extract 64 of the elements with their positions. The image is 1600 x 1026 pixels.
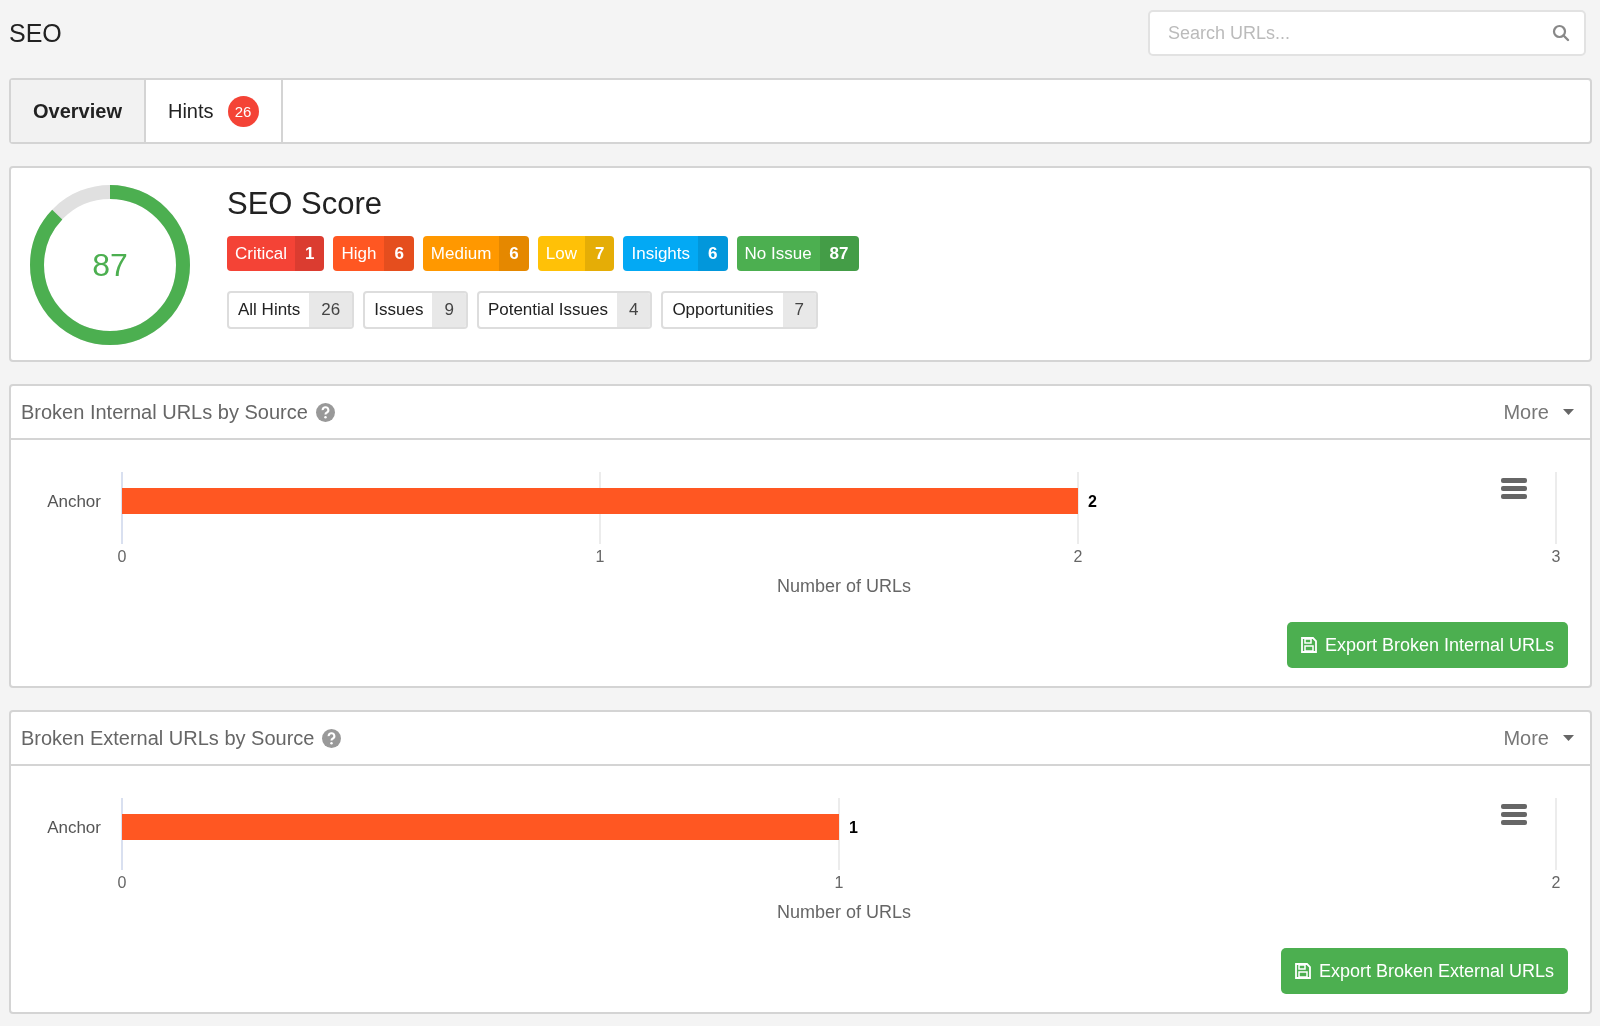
help-icon[interactable]	[322, 728, 342, 748]
severity-filter[interactable]: Medium 6	[422, 236, 529, 271]
export-button[interactable]: Export Broken External URLs	[1280, 948, 1568, 994]
severity-label: Insights	[630, 242, 692, 265]
axis-tick-label: 2	[1551, 874, 1561, 891]
filter-label: Issues	[373, 299, 425, 321]
filter-count: 26	[309, 293, 353, 327]
filter-count: 4	[616, 293, 651, 327]
hint-filter[interactable]: Potential Issues 4	[476, 291, 653, 329]
category-label: Anchor	[47, 818, 101, 837]
menu-icon[interactable]	[1501, 478, 1527, 499]
severity-count: 7	[585, 236, 615, 271]
more-dropdown[interactable]: More	[1497, 725, 1580, 751]
axis-tick-label: 3	[1551, 548, 1561, 565]
filter-label: Potential Issues	[486, 299, 609, 321]
caret-icon	[1563, 409, 1574, 415]
axis-title: Number of URLs	[777, 576, 911, 596]
filter-count: 9	[432, 293, 466, 327]
axis-tick-label: 0	[117, 874, 127, 891]
severity-count: 87	[819, 236, 859, 271]
save-icon	[1300, 637, 1317, 653]
more-dropdown[interactable]: More	[1497, 399, 1580, 425]
severity-count: 6	[384, 236, 414, 271]
filter-label: All Hints	[237, 299, 302, 321]
filter-label: Opportunities	[671, 299, 775, 321]
severity-filter[interactable]: No Issue 87	[736, 236, 859, 271]
category-label: Anchor	[47, 492, 101, 511]
score-title: SEO Score	[227, 186, 384, 222]
axis-tick-label: 1	[595, 548, 605, 565]
search-field[interactable]: Search URLs...	[1148, 10, 1586, 56]
menu-icon[interactable]	[1501, 804, 1527, 825]
severity-label: Low	[544, 242, 578, 265]
axis-tick-label: 0	[117, 548, 127, 565]
tab[interactable]: Overview	[11, 80, 146, 142]
save-icon	[1294, 963, 1311, 979]
caret-icon	[1563, 735, 1574, 741]
panel-title: Broken Internal URLs by Source	[21, 400, 308, 424]
export-button[interactable]: Export Broken Internal URLs	[1286, 622, 1568, 668]
hint-filter[interactable]: Opportunities 7	[661, 291, 818, 329]
panel-title: Broken External URLs by Source	[21, 726, 315, 750]
data-label: 1	[849, 819, 858, 836]
severity-count: 1	[294, 236, 325, 271]
axis-tick-label: 1	[834, 874, 844, 891]
tab-label: Hints	[167, 99, 214, 123]
help-icon[interactable]	[315, 402, 335, 422]
axis-title: Number of URLs	[777, 902, 911, 922]
severity-count: 6	[698, 236, 728, 271]
severity-label: Critical	[234, 242, 288, 265]
filter-count: 7	[782, 293, 816, 327]
page-title: SEO	[9, 18, 62, 48]
search-icon	[1552, 24, 1570, 42]
score-value: 87	[91, 245, 129, 285]
severity-label: No Issue	[743, 242, 813, 265]
hint-filter[interactable]: All Hints 26	[227, 291, 355, 329]
data-label: 2	[1088, 493, 1097, 510]
severity-filter[interactable]: Insights 6	[623, 236, 728, 271]
severity-filter[interactable]: Critical 1	[227, 236, 325, 271]
severity-count: 6	[499, 236, 529, 271]
severity-label: Medium	[429, 242, 493, 265]
count-badge: 26	[227, 95, 259, 127]
axis-tick-label: 2	[1073, 548, 1083, 565]
severity-filter[interactable]: High 6	[333, 236, 414, 271]
hint-filter[interactable]: Issues 9	[363, 291, 468, 329]
severity-label: High	[340, 242, 378, 265]
